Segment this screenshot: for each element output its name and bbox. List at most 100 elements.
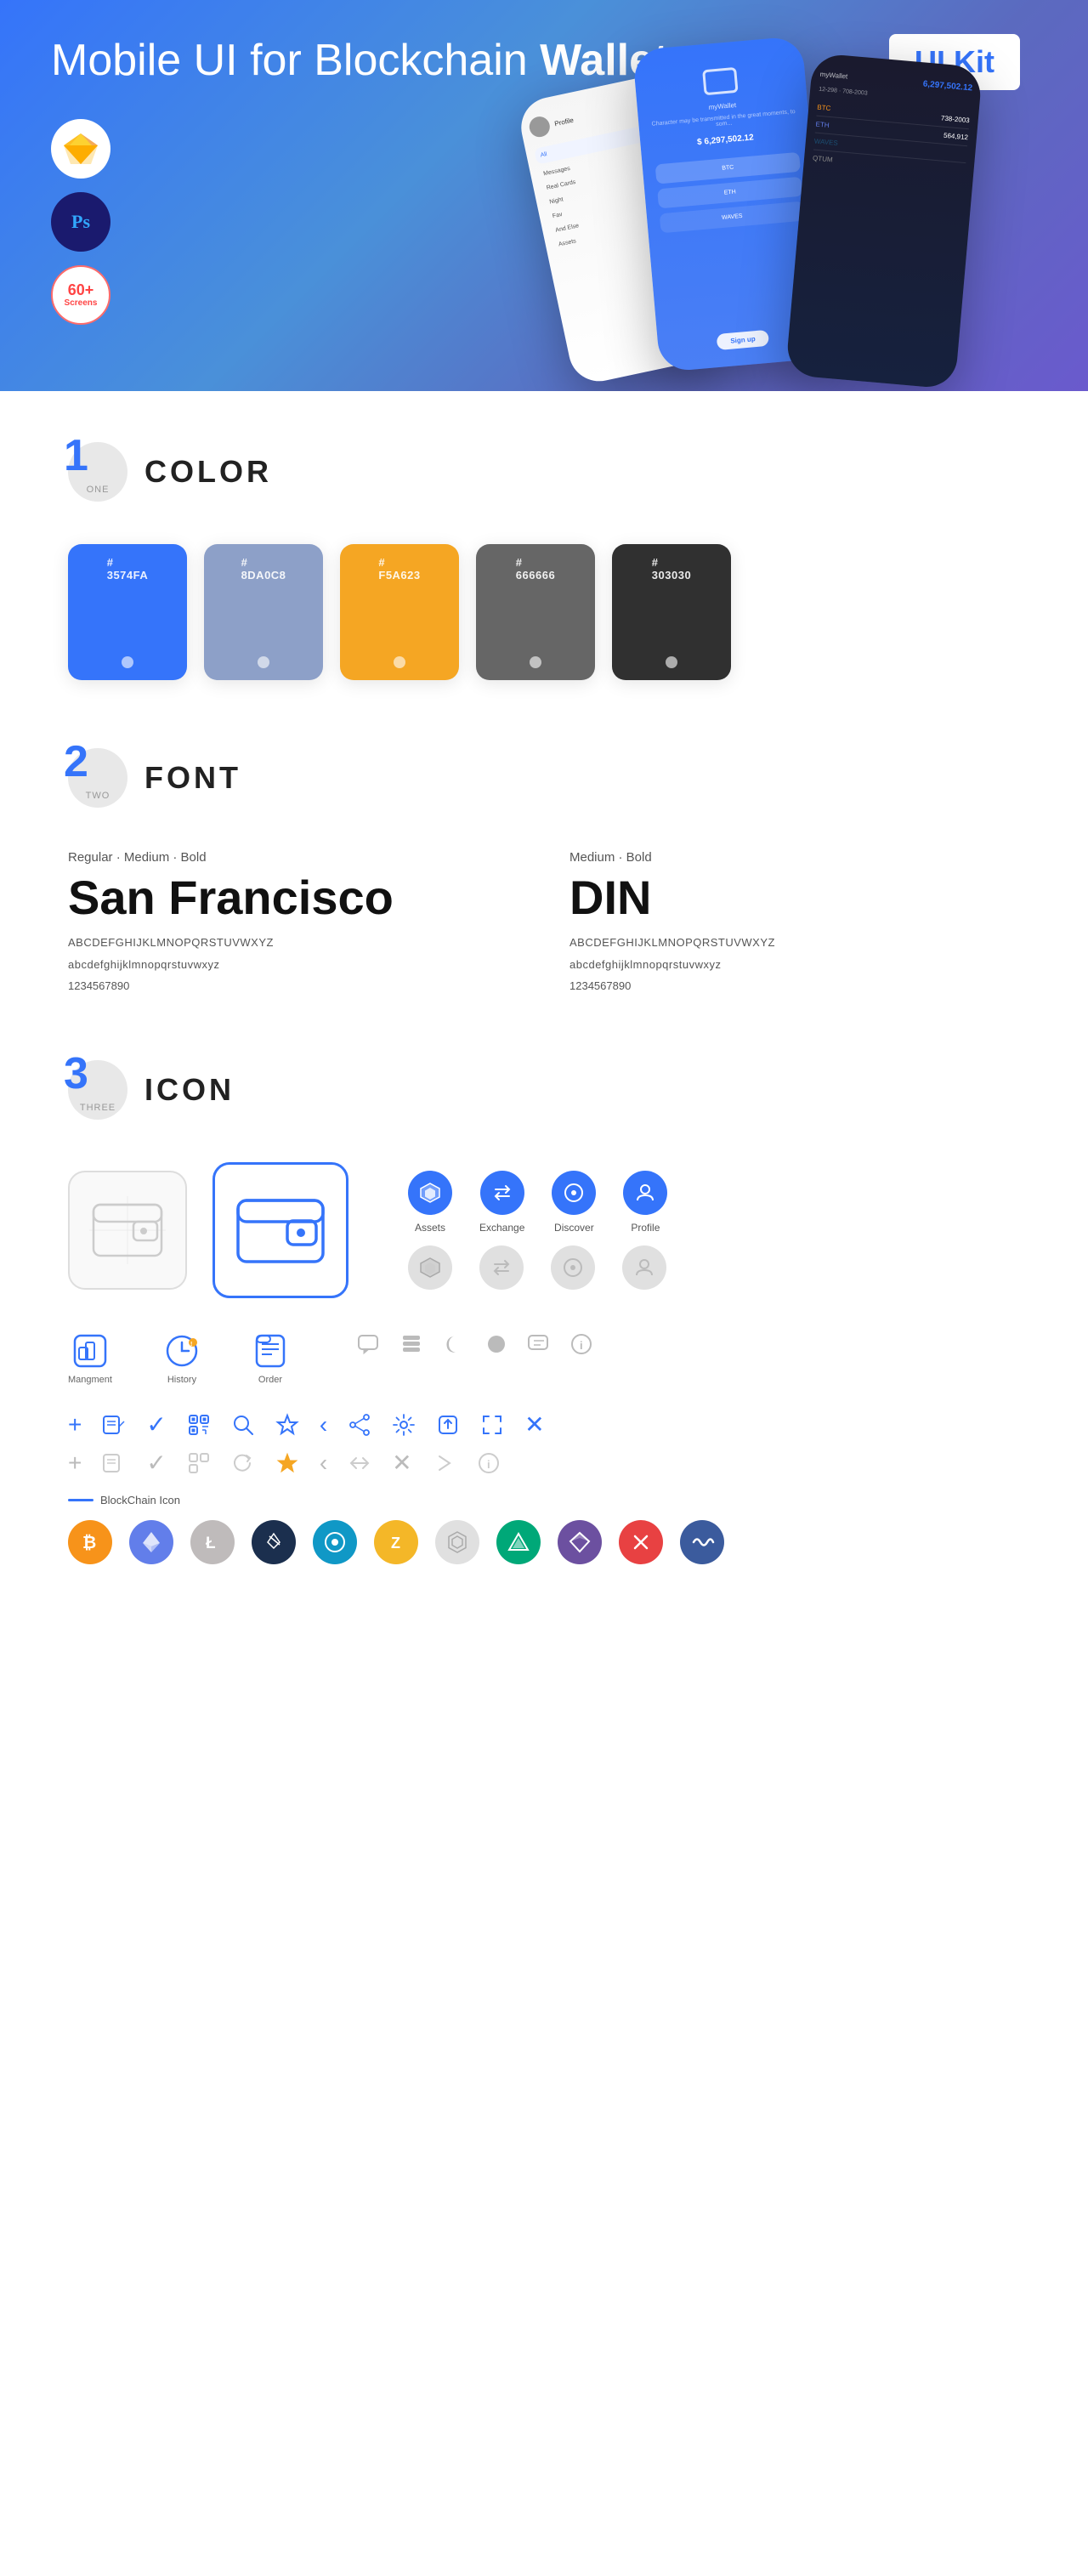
phone-right: myWallet 6,297,502.12 12-298 · 708-2003 …	[785, 53, 983, 389]
qr-icon-gray	[187, 1451, 211, 1475]
order-label: Order	[258, 1375, 282, 1385]
discover-icon-circle-gray	[551, 1245, 595, 1290]
color-swatch-gray: #666666	[476, 544, 595, 680]
check-icon: ✓	[146, 1410, 166, 1438]
screens-count: 60+	[65, 282, 98, 299]
hero-section: Mobile UI for Blockchain Wallet UI Kit P…	[0, 0, 1088, 391]
blockchain-line-decoration	[68, 1499, 94, 1501]
assets-icon-circle	[408, 1171, 452, 1215]
zcash-svg: Z	[383, 1529, 409, 1555]
bottom-icon-row: Mangment ! History	[68, 1332, 1020, 1385]
icon-history: ! History	[163, 1332, 201, 1385]
exchange-icon-circle	[480, 1171, 524, 1215]
polygon-svg	[628, 1529, 654, 1555]
star-icon-blue	[275, 1451, 299, 1475]
polygon-icon	[619, 1520, 663, 1564]
neo-svg	[261, 1529, 286, 1555]
wallet-icon-blue	[234, 1190, 327, 1271]
icon-section-header: 3 THREE ICON	[68, 1060, 1020, 1120]
dash-svg	[322, 1529, 348, 1555]
sketch-badge	[51, 119, 110, 179]
color-swatch-gray-blue: #8DA0C8	[204, 544, 323, 680]
nav-icons-group: Assets Exchange	[408, 1171, 667, 1290]
svg-text:!: !	[190, 1342, 192, 1348]
svg-text:₿: ₿	[82, 1534, 96, 1552]
close-icon-gray: ✕	[392, 1449, 411, 1477]
bitcoin-icon: ₿	[68, 1520, 112, 1564]
order-icon	[252, 1332, 289, 1370]
exchange-icon-gray	[490, 1257, 513, 1279]
crypto-icons-row: ₿ Ł Z	[68, 1520, 1020, 1564]
wave-icon	[680, 1520, 724, 1564]
litecoin-svg: Ł	[200, 1529, 225, 1555]
resize-icon	[480, 1413, 504, 1437]
litecoin-icon: Ł	[190, 1520, 235, 1564]
plus-icon: +	[68, 1411, 82, 1438]
diamond-icon	[558, 1520, 602, 1564]
profile-icon-label: Profile	[631, 1222, 660, 1234]
phone-right-screen: myWallet 6,297,502.12 12-298 · 708-2003 …	[802, 53, 983, 197]
font-din: Medium · Bold DIN ABCDEFGHIJKLMNOPQRSTUV…	[570, 850, 1020, 992]
blockchain-label-text: BlockChain Icon	[100, 1494, 180, 1506]
icon-mangment: Mangment	[68, 1332, 112, 1385]
info-icon: i	[570, 1332, 593, 1356]
exchange-icon	[491, 1182, 513, 1204]
list-edit-icon	[102, 1413, 126, 1437]
main-content: 1 ONE COLOR #3574FA #8DA0C8 #F5A623 #666…	[0, 391, 1088, 1683]
zcash-icon: Z	[374, 1520, 418, 1564]
nav-icon-assets-gray	[408, 1245, 452, 1290]
settings-icon	[392, 1413, 416, 1437]
phones-container: Profile All Messages Real Cards Night Fa…	[493, 34, 1088, 391]
stack-icon	[400, 1332, 423, 1356]
icon-grid-main: Assets Exchange	[68, 1162, 1020, 1298]
phone-center-screen: myWallet Character may be transmitted in…	[632, 36, 820, 259]
badges-left: Ps 60+ Screens	[51, 119, 110, 325]
assets-icon-circle-gray	[408, 1245, 452, 1290]
nav-icon-exchange: Exchange	[479, 1171, 524, 1234]
qr-icon	[187, 1413, 211, 1437]
ps-icon: Ps	[71, 211, 90, 233]
discover-icon	[563, 1182, 585, 1204]
small-icons-blue: + ✓ ‹ ✕	[68, 1410, 1020, 1438]
export-icon	[436, 1413, 460, 1437]
hero-title-normal: Mobile UI for Blockchain	[51, 36, 540, 85]
color-section-header: 1 ONE COLOR	[68, 442, 1020, 502]
misc-icons: i	[357, 1332, 593, 1356]
chat-icon	[357, 1332, 381, 1356]
waves-svg	[506, 1529, 531, 1555]
dash-icon	[313, 1520, 357, 1564]
share-icon	[348, 1413, 371, 1437]
svg-text:Z: Z	[391, 1535, 400, 1552]
assets-icon-label: Assets	[415, 1222, 445, 1234]
plus-icon-gray: +	[68, 1450, 82, 1477]
star-icon	[275, 1413, 299, 1437]
ethereum-icon	[129, 1520, 173, 1564]
check-icon-gray: ✓	[146, 1449, 166, 1477]
nav-icon-exchange-gray	[479, 1245, 524, 1290]
hex-svg	[445, 1529, 470, 1555]
ethereum-svg	[139, 1529, 164, 1555]
color-swatches: #3574FA #8DA0C8 #F5A623 #666666 #303030	[68, 544, 1020, 680]
font-grid: Regular · Medium · Bold San Francisco AB…	[68, 850, 1020, 992]
right-icon-gray	[433, 1451, 456, 1475]
icon-section-number: 3 THREE	[68, 1060, 128, 1120]
icon-title: ICON	[144, 1072, 235, 1108]
color-section-number: 1 ONE	[68, 442, 128, 502]
arrows-icon-gray	[348, 1451, 371, 1475]
profile-icon-circle-gray	[622, 1245, 666, 1290]
color-section: 1 ONE COLOR #3574FA #8DA0C8 #F5A623 #666…	[68, 442, 1020, 680]
discover-icon-circle	[552, 1171, 596, 1215]
moon-icon	[442, 1332, 466, 1356]
discover-icon-gray	[562, 1257, 584, 1279]
screens-label: Screens	[65, 298, 98, 308]
color-swatch-blue: #3574FA	[68, 544, 187, 680]
wallet-icon-gray-box	[68, 1171, 187, 1290]
icon-section: 3 THREE ICON	[68, 1060, 1020, 1564]
close-icon: ✕	[524, 1410, 544, 1438]
bubble-icon	[527, 1332, 551, 1356]
list-edit-icon-gray	[102, 1451, 126, 1475]
font-section-number: 2 TWO	[68, 748, 128, 808]
font-din-style: Medium · Bold	[570, 850, 1020, 865]
small-icons-gray: + ✓ ‹ ✕ i	[68, 1449, 1020, 1477]
profile-icon-circle	[623, 1171, 667, 1215]
